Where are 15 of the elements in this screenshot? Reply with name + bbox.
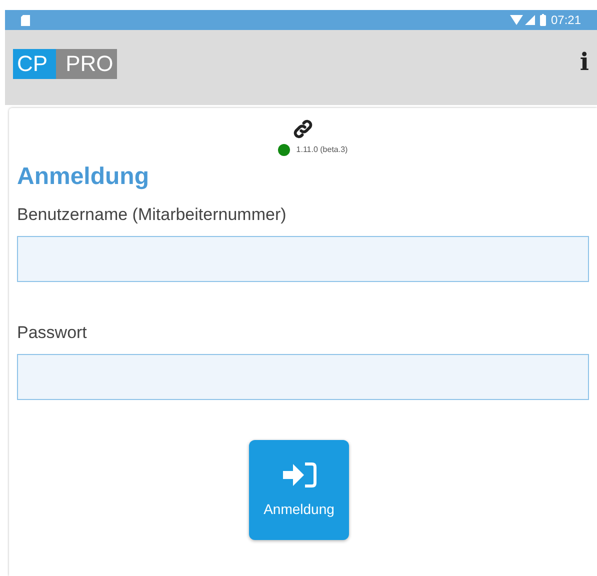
input-field[interactable]	[17, 354, 589, 400]
sd-card-icon	[21, 14, 30, 26]
version-text: 1.11.0 (beta.3)	[296, 144, 348, 156]
info-button[interactable]: i	[580, 49, 589, 75]
field-label: Passwort	[17, 322, 88, 344]
logo: CP PRO	[13, 49, 118, 79]
signal-icon	[524, 15, 535, 25]
link-icon	[292, 118, 314, 140]
field-label: Benutzername (Mitarbeiternummer)	[17, 204, 288, 226]
sign-in-icon	[281, 460, 317, 488]
input-field[interactable]	[17, 236, 589, 282]
wifi-icon	[510, 15, 523, 25]
page-title: Anmeldung	[17, 162, 150, 192]
battery-icon	[540, 14, 546, 26]
status-time: 07:21	[550, 12, 581, 29]
